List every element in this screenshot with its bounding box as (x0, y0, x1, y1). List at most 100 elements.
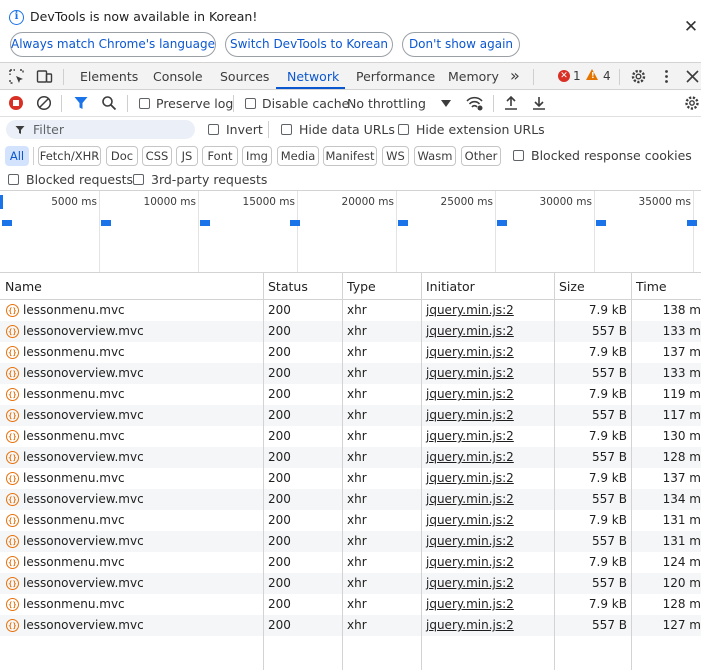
table-row[interactable]: {} lessonoverview.mvc 200 xhr jquery.min.js:… (0, 489, 701, 510)
table-row[interactable]: {} lessonoverview.mvc 200 xhr jquery.min.js:… (0, 363, 701, 384)
request-initiator-link[interactable]: jquery.min.js:2 (426, 387, 514, 401)
column-header-time[interactable]: Time (636, 279, 667, 294)
table-row[interactable]: {} lessonoverview.mvc 200 xhr jquery.min.js:… (0, 447, 701, 468)
import-har-icon[interactable] (503, 95, 519, 111)
column-header-initiator[interactable]: Initiator (426, 279, 475, 294)
request-initiator-link[interactable]: jquery.min.js:2 (426, 618, 514, 632)
table-row[interactable]: {} lessonoverview.mvc 200 xhr jquery.min.js:… (0, 321, 701, 342)
hide-extension-urls-checkbox[interactable] (398, 124, 409, 135)
blocked-response-cookies-label[interactable]: Blocked response cookies (531, 148, 692, 163)
blocked-requests-checkbox[interactable] (8, 174, 19, 185)
tab-network[interactable]: Network (287, 69, 339, 84)
blocked-requests-label[interactable]: Blocked requests (26, 172, 133, 187)
request-initiator-link[interactable]: jquery.min.js:2 (426, 429, 514, 443)
export-har-icon[interactable] (531, 95, 547, 111)
warning-count[interactable]: 4 (603, 69, 611, 83)
clear-icon[interactable] (36, 95, 52, 111)
dont-show-again-button[interactable]: Don't show again (402, 32, 520, 57)
timeline-range-handle[interactable] (0, 195, 3, 209)
table-row[interactable]: {} lessonmenu.mvc 200 xhr jquery.min.js:2 7.9… (0, 384, 701, 405)
close-devtools-icon[interactable] (684, 68, 701, 85)
network-overview-timeline[interactable]: 5000 ms 10000 ms 15000 ms 20000 ms 25000… (0, 191, 701, 273)
network-settings-icon[interactable] (684, 95, 700, 111)
column-header-type[interactable]: Type (347, 279, 376, 294)
table-row[interactable]: {} lessonoverview.mvc 200 xhr jquery.min.js:… (0, 405, 701, 426)
more-tabs-icon[interactable]: » (510, 66, 520, 85)
chevron-down-icon[interactable] (441, 100, 451, 107)
table-row[interactable]: {} lessonmenu.mvc 200 xhr jquery.min.js:2 7.9… (0, 426, 701, 447)
disable-cache-label[interactable]: Disable cache (262, 96, 349, 111)
column-header-size[interactable]: Size (559, 279, 585, 294)
type-filter-all[interactable]: All (5, 146, 29, 166)
type-filter-fetch-xhr[interactable]: Fetch/XHR (38, 146, 101, 166)
column-divider[interactable] (421, 273, 422, 670)
table-row[interactable]: {} lessonmenu.mvc 200 xhr jquery.min.js:2 7.9… (0, 468, 701, 489)
column-divider[interactable] (263, 273, 264, 670)
disable-cache-checkbox[interactable] (245, 98, 256, 109)
column-divider[interactable] (342, 273, 343, 670)
tab-elements[interactable]: Elements (80, 69, 138, 84)
type-filter-css[interactable]: CSS (142, 146, 172, 166)
type-filter-js[interactable]: JS (176, 146, 198, 166)
request-initiator-link[interactable]: jquery.min.js:2 (426, 576, 514, 590)
type-filter-ws[interactable]: WS (382, 146, 409, 166)
request-initiator-link[interactable]: jquery.min.js:2 (426, 366, 514, 380)
settings-gear-icon[interactable] (630, 68, 647, 85)
table-row[interactable]: {} lessonmenu.mvc 200 xhr jquery.min.js:2 7.9… (0, 300, 701, 321)
error-icon[interactable]: ✕ (558, 70, 570, 82)
table-row[interactable]: {} lessonoverview.mvc 200 xhr jquery.min.js:… (0, 573, 701, 594)
column-header-status[interactable]: Status (268, 279, 308, 294)
request-initiator-link[interactable]: jquery.min.js:2 (426, 492, 514, 506)
request-initiator-link[interactable]: jquery.min.js:2 (426, 450, 514, 464)
error-count[interactable]: 1 (573, 69, 581, 83)
search-icon[interactable] (101, 95, 117, 111)
network-conditions-icon[interactable] (465, 94, 484, 112)
request-initiator-link[interactable]: jquery.min.js:2 (426, 324, 514, 338)
third-party-requests-checkbox[interactable] (133, 174, 144, 185)
close-icon[interactable]: ✕ (683, 19, 699, 36)
filter-input[interactable]: Filter (6, 120, 195, 139)
type-filter-font[interactable]: Font (202, 146, 238, 166)
invert-checkbox[interactable] (208, 124, 219, 135)
table-row[interactable]: {} lessonoverview.mvc 200 xhr jquery.min.js:… (0, 615, 701, 636)
type-filter-doc[interactable]: Doc (106, 146, 138, 166)
hide-data-urls-checkbox[interactable] (281, 124, 292, 135)
request-initiator-link[interactable]: jquery.min.js:2 (426, 534, 514, 548)
switch-to-korean-button[interactable]: Switch DevTools to Korean (225, 32, 393, 57)
table-row[interactable]: {} lessonmenu.mvc 200 xhr jquery.min.js:2 7.9… (0, 552, 701, 573)
request-initiator-link[interactable]: jquery.min.js:2 (426, 513, 514, 527)
request-initiator-link[interactable]: jquery.min.js:2 (426, 597, 514, 611)
hide-data-urls-label[interactable]: Hide data URLs (299, 122, 395, 137)
table-row[interactable]: {} lessonmenu.mvc 200 xhr jquery.min.js:2 7.9… (0, 594, 701, 615)
tab-memory[interactable]: Memory (448, 69, 499, 84)
tab-performance[interactable]: Performance (356, 69, 435, 84)
request-initiator-link[interactable]: jquery.min.js:2 (426, 555, 514, 569)
request-initiator-link[interactable]: jquery.min.js:2 (426, 345, 514, 359)
record-stop-icon[interactable] (8, 95, 24, 111)
blocked-response-cookies-checkbox[interactable] (513, 150, 524, 161)
table-row[interactable]: {} lessonoverview.mvc 200 xhr jquery.min.js:… (0, 531, 701, 552)
table-row[interactable]: {} lessonmenu.mvc 200 xhr jquery.min.js:2 7.9… (0, 510, 701, 531)
invert-label[interactable]: Invert (226, 122, 263, 137)
hide-extension-urls-label[interactable]: Hide extension URLs (416, 122, 545, 137)
request-initiator-link[interactable]: jquery.min.js:2 (426, 408, 514, 422)
third-party-requests-label[interactable]: 3rd-party requests (151, 172, 267, 187)
type-filter-wasm[interactable]: Wasm (414, 146, 456, 166)
column-header-name[interactable]: Name (5, 279, 42, 294)
column-divider[interactable] (554, 273, 555, 670)
column-divider[interactable] (631, 273, 632, 670)
preserve-log-checkbox[interactable] (139, 98, 150, 109)
type-filter-manifest[interactable]: Manifest (323, 146, 377, 166)
table-row[interactable]: {} lessonmenu.mvc 200 xhr jquery.min.js:2 7.9… (0, 342, 701, 363)
tab-console[interactable]: Console (153, 69, 203, 84)
request-initiator-link[interactable]: jquery.min.js:2 (426, 303, 514, 317)
always-match-language-button[interactable]: Always match Chrome's language (10, 32, 216, 57)
device-toolbar-icon[interactable] (36, 68, 53, 85)
filter-funnel-icon[interactable] (73, 95, 89, 111)
tab-sources[interactable]: Sources (220, 69, 269, 84)
type-filter-img[interactable]: Img (242, 146, 272, 166)
throttling-select[interactable]: No throttling (347, 96, 426, 111)
inspect-element-icon[interactable] (8, 68, 25, 85)
request-initiator-link[interactable]: jquery.min.js:2 (426, 471, 514, 485)
more-options-icon[interactable] (658, 68, 675, 85)
